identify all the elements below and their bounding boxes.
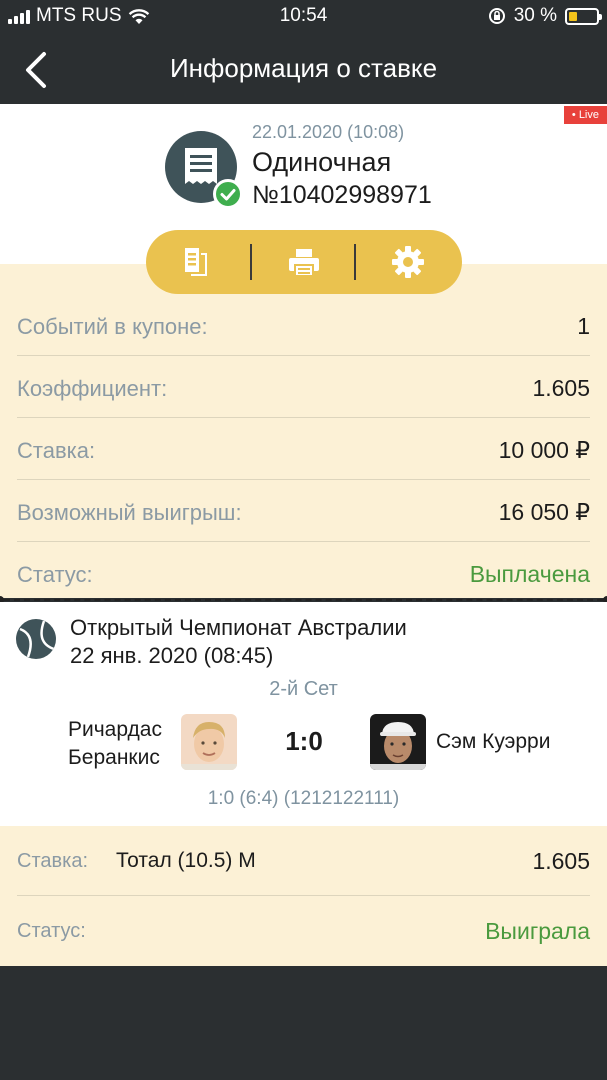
settings-button[interactable] <box>376 230 440 294</box>
nav-bar: Информация о ставке <box>0 36 607 104</box>
live-badge: • Live <box>563 106 607 124</box>
row-odds: Коэффициент: 1.605 <box>17 356 590 418</box>
player-two-name: Сэм Куэрри <box>436 730 551 753</box>
tournament-info: Открытый Чемпионат Австралии 22 янв. 202… <box>70 614 407 670</box>
print-button[interactable] <box>272 230 336 294</box>
row-market: Ставка: Тотал (10.5) М 1.605 <box>17 826 590 896</box>
bet-date: 22.01.2020 (10:08) <box>252 122 405 142</box>
row-outcome-status: Статус: Выиграла <box>17 918 590 944</box>
score-details: 1:0 (6:4) (1212122111) <box>207 788 400 809</box>
orientation-lock-icon <box>488 8 505 24</box>
tournament-name: Открытый Чемпионат Австралии <box>70 615 407 640</box>
copy-button[interactable] <box>164 230 228 294</box>
battery-percent: 30 % <box>513 5 557 26</box>
row-possible-win: Возможный выигрыш: 16 050 ₽ <box>17 480 590 542</box>
player-one-name: Ричардас Беранкис <box>68 718 162 769</box>
action-bar <box>146 230 462 294</box>
document-icon <box>185 248 207 276</box>
status-bar: MTS RUS 10:54 30 % <box>0 0 607 36</box>
row-events-count: Событий в купоне: 1 <box>17 294 590 356</box>
bet-summary: Событий в купоне: 1 Коэффициент: 1.605 С… <box>0 264 607 598</box>
printer-icon <box>289 249 319 277</box>
market-odds: 1.605 <box>532 848 590 874</box>
page-title: Информация о ставке <box>169 53 438 83</box>
market-name: Тотал (10.5) М <box>116 849 256 872</box>
event-card: Открытый Чемпионат Австралии 22 янв. 202… <box>0 602 607 826</box>
checkmark-icon <box>213 179 243 209</box>
row-stake: Ставка: 10 000 ₽ <box>17 418 590 480</box>
match-score: 1:0 <box>285 726 323 756</box>
player-one-avatar <box>181 714 237 770</box>
divider <box>354 244 356 280</box>
event-datetime: 22 янв. 2020 (08:45) <box>70 643 274 668</box>
battery-icon <box>565 7 602 25</box>
player-two-avatar <box>370 714 426 770</box>
bet-type: Одиночная <box>252 147 392 177</box>
bet-number: №10402998971 <box>252 181 432 209</box>
bet-outcome: Ставка: Тотал (10.5) М 1.605 Статус: Выи… <box>0 826 607 966</box>
status-paid: Выплачена <box>469 561 590 587</box>
gear-icon <box>392 246 424 278</box>
status-won: Выиграла <box>485 918 590 944</box>
tennis-ball-icon <box>16 619 56 659</box>
row-status: Статус: Выплачена <box>17 561 590 587</box>
divider <box>250 244 252 280</box>
set-label: 2-й Сет <box>269 678 338 700</box>
